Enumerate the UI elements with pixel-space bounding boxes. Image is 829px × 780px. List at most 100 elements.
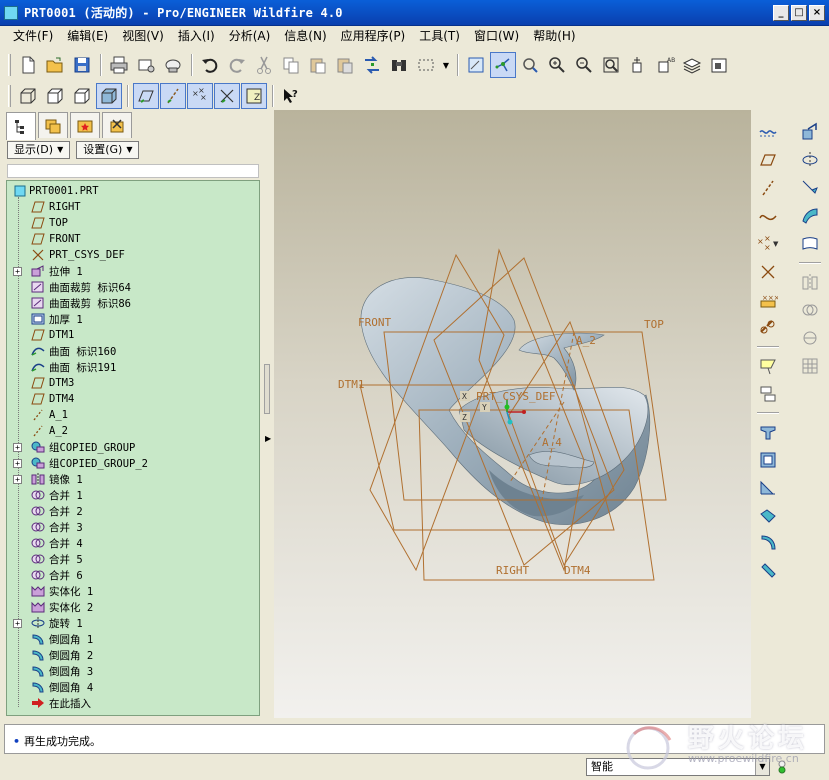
context-help-button[interactable]: ? xyxy=(278,83,304,109)
spin-center-button[interactable] xyxy=(490,52,516,78)
tree-item[interactable]: 倒圆角 1 xyxy=(7,631,259,647)
menu-applications[interactable]: 应用程序(P) xyxy=(334,26,413,46)
menu-file[interactable]: 文件(F) xyxy=(6,26,60,46)
hole-tool-button[interactable] xyxy=(756,420,780,444)
datum-point-tool-button[interactable]: × × × ▼ xyxy=(753,232,783,256)
trim-tool-button[interactable] xyxy=(798,326,822,350)
tree-item[interactable]: PRT_CSYS_DEF xyxy=(7,247,259,263)
tree-root[interactable]: PRT0001.PRT xyxy=(7,183,259,199)
saved-views-button[interactable]: AB xyxy=(652,52,678,78)
revolve-tool-button[interactable] xyxy=(798,148,822,172)
tree-item[interactable]: 合并 2 xyxy=(7,503,259,519)
tree-item[interactable]: 加厚 1 xyxy=(7,311,259,327)
toolbar-grip[interactable] xyxy=(8,54,11,76)
print-button[interactable] xyxy=(106,52,132,78)
send-link-button[interactable] xyxy=(160,52,186,78)
tree-item[interactable]: A_1 xyxy=(7,407,259,423)
tree-item[interactable]: 合并 6 xyxy=(7,567,259,583)
tree-item[interactable]: A_2 xyxy=(7,423,259,439)
tab-favorites[interactable] xyxy=(70,112,100,138)
wireframe-button[interactable] xyxy=(15,83,41,109)
show-dropdown-button[interactable]: 显示(D) ▼ xyxy=(7,141,71,159)
redo-button[interactable] xyxy=(224,52,250,78)
merge-tool-button[interactable] xyxy=(798,298,822,322)
tree-item[interactable]: 倒圆角 2 xyxy=(7,647,259,663)
settings-dropdown-button[interactable]: 设置(G) ▼ xyxy=(76,141,140,159)
expand-toggle-icon[interactable]: + xyxy=(13,442,22,452)
expand-toggle-icon[interactable]: + xyxy=(13,618,22,628)
menu-window[interactable]: 窗口(W) xyxy=(467,26,526,46)
tree-item[interactable]: TOP xyxy=(7,215,259,231)
tree-item[interactable]: 合并 4 xyxy=(7,535,259,551)
tree-item[interactable]: + 镜像 1 xyxy=(7,471,259,487)
tree-item[interactable]: DTM4 xyxy=(7,391,259,407)
spin-center-toggle[interactable]: Z xyxy=(241,83,267,109)
tree-item[interactable]: 曲面 标识191 xyxy=(7,359,259,375)
tab-folder-browser[interactable] xyxy=(38,112,68,138)
analysis-feature-button[interactable]: ××× xyxy=(756,288,780,312)
layer-tool-button[interactable] xyxy=(756,382,780,406)
datum-axis-tool-button[interactable] xyxy=(756,176,780,200)
tree-item[interactable]: 在此插入 xyxy=(7,695,259,711)
open-file-button[interactable] xyxy=(42,52,68,78)
paste-button[interactable] xyxy=(305,52,331,78)
sweep-tool-button[interactable] xyxy=(798,176,822,200)
datum-plane-tool-button[interactable] xyxy=(756,148,780,172)
tree-item[interactable]: + 拉伸 1 xyxy=(7,263,259,279)
send-mail-button[interactable] xyxy=(133,52,159,78)
find-button[interactable] xyxy=(386,52,412,78)
refit-button[interactable] xyxy=(598,52,624,78)
zoom-in-button[interactable] xyxy=(544,52,570,78)
menu-analysis[interactable]: 分析(A) xyxy=(222,26,278,46)
tree-item[interactable]: + 组COPIED_GROUP xyxy=(7,439,259,455)
blend-tool-button[interactable] xyxy=(798,204,822,228)
tree-item[interactable]: 曲面 标识160 xyxy=(7,343,259,359)
menu-view[interactable]: 视图(V) xyxy=(115,26,171,46)
datum-axes-toggle[interactable] xyxy=(160,83,186,109)
tree-item[interactable]: 曲面裁剪 标识86 xyxy=(7,295,259,311)
expand-toggle-icon[interactable]: + xyxy=(13,474,22,484)
tree-item[interactable]: DTM1 xyxy=(7,327,259,343)
shell-tool-button[interactable] xyxy=(756,448,780,472)
orient-mode-button[interactable] xyxy=(517,52,543,78)
tree-item[interactable]: RIGHT xyxy=(7,199,259,215)
shading-button[interactable] xyxy=(96,83,122,109)
rib-tool-button[interactable] xyxy=(756,476,780,500)
menu-info[interactable]: 信息(N) xyxy=(277,26,333,46)
menu-tools[interactable]: 工具(T) xyxy=(412,26,467,46)
no-hidden-button[interactable] xyxy=(69,83,95,109)
tree-filter-field[interactable] xyxy=(7,164,259,178)
graphics-window[interactable]: FRONT TOP DTM1 A_2 PRT_CSYS_DEF A_4 RIGH… xyxy=(274,110,751,718)
reorient-button[interactable] xyxy=(625,52,651,78)
chamfer-tool-button[interactable] xyxy=(756,560,780,584)
copy-button[interactable] xyxy=(278,52,304,78)
undo-button[interactable] xyxy=(197,52,223,78)
note-tool-button[interactable] xyxy=(756,354,780,378)
minimize-button[interactable]: _ xyxy=(773,5,789,21)
close-button[interactable]: × xyxy=(809,5,825,21)
pattern-tool-button[interactable] xyxy=(756,316,780,340)
splitter-handle[interactable] xyxy=(264,364,270,414)
draft-tool-button[interactable] xyxy=(756,504,780,528)
csys-toggle[interactable] xyxy=(214,83,240,109)
datum-planes-toggle[interactable] xyxy=(133,83,159,109)
tree-item[interactable]: 倒圆角 4 xyxy=(7,679,259,695)
tree-item[interactable]: DTM3 xyxy=(7,375,259,391)
tree-item[interactable]: 倒圆角 3 xyxy=(7,663,259,679)
tree-item[interactable]: 曲面裁剪 标识64 xyxy=(7,279,259,295)
layers-button[interactable] xyxy=(679,52,705,78)
maximize-button[interactable]: □ xyxy=(791,5,807,21)
menu-help[interactable]: 帮助(H) xyxy=(526,26,582,46)
tree-item[interactable]: + 旋转 1 xyxy=(7,615,259,631)
tree-item[interactable]: 合并 5 xyxy=(7,551,259,567)
cut-button[interactable] xyxy=(251,52,277,78)
selection-box-button[interactable] xyxy=(413,52,439,78)
new-file-button[interactable] xyxy=(15,52,41,78)
menu-insert[interactable]: 插入(I) xyxy=(171,26,222,46)
extrude-tool-button[interactable] xyxy=(798,120,822,144)
tree-item[interactable]: 合并 1 xyxy=(7,487,259,503)
tree-item[interactable]: 实体化 2 xyxy=(7,599,259,615)
panel-splitter[interactable]: ▶ xyxy=(262,110,272,718)
toolbar-grip[interactable] xyxy=(8,85,11,107)
mirror-tool-button[interactable] xyxy=(798,270,822,294)
